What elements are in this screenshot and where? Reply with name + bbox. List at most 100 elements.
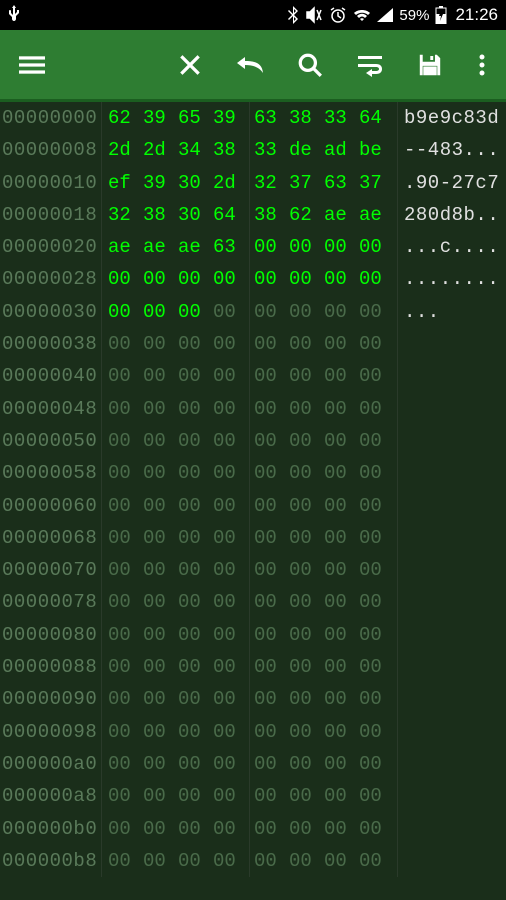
byte-cell[interactable]: 00: [359, 748, 394, 780]
byte-cell[interactable]: 00: [178, 263, 213, 295]
byte-cell[interactable]: 00: [143, 554, 178, 586]
byte-cell[interactable]: 00: [143, 845, 178, 877]
byte-cell[interactable]: 00: [108, 263, 143, 295]
more-button[interactable]: [474, 49, 490, 81]
byte-cell[interactable]: 00: [324, 296, 359, 328]
byte-cell[interactable]: 00: [359, 586, 394, 618]
byte-cell[interactable]: 00: [178, 845, 213, 877]
ascii-cell[interactable]: .90-27c7: [398, 167, 506, 199]
byte-cell[interactable]: 00: [143, 748, 178, 780]
byte-cell[interactable]: 00: [254, 522, 289, 554]
byte-cell[interactable]: 63: [254, 102, 289, 134]
hex-row[interactable]: 000000780000000000000000: [0, 586, 506, 618]
hex-row[interactable]: 00000020aeaeae6300000000...c....: [0, 231, 506, 263]
byte-cell[interactable]: 00: [289, 360, 324, 392]
byte-cell[interactable]: 00: [324, 586, 359, 618]
ascii-cell[interactable]: 280d8b..: [398, 199, 506, 231]
byte-cell[interactable]: 00: [359, 554, 394, 586]
byte-cell[interactable]: 00: [178, 651, 213, 683]
byte-cell[interactable]: 00: [108, 490, 143, 522]
byte-cell[interactable]: 00: [254, 813, 289, 845]
byte-cell[interactable]: 00: [289, 328, 324, 360]
byte-cell[interactable]: 00: [108, 845, 143, 877]
byte-cell[interactable]: 00: [143, 683, 178, 715]
byte-cell[interactable]: 2d: [213, 167, 248, 199]
byte-cell[interactable]: 00: [254, 328, 289, 360]
byte-cell[interactable]: 00: [213, 263, 248, 295]
menu-button[interactable]: [16, 49, 48, 81]
byte-cell[interactable]: 00: [143, 263, 178, 295]
byte-cell[interactable]: 00: [143, 328, 178, 360]
byte-cell[interactable]: 33: [324, 102, 359, 134]
byte-cell[interactable]: be: [359, 134, 394, 166]
byte-cell[interactable]: 00: [254, 490, 289, 522]
byte-cell[interactable]: 00: [359, 263, 394, 295]
byte-cell[interactable]: 00: [213, 683, 248, 715]
byte-cell[interactable]: 00: [324, 619, 359, 651]
byte-cell[interactable]: 00: [289, 522, 324, 554]
byte-cell[interactable]: 00: [359, 813, 394, 845]
byte-cell[interactable]: 38: [213, 134, 248, 166]
hex-row[interactable]: 000000b00000000000000000: [0, 813, 506, 845]
byte-cell[interactable]: ae: [324, 199, 359, 231]
byte-cell[interactable]: 00: [143, 360, 178, 392]
goto-button[interactable]: [354, 49, 386, 81]
byte-cell[interactable]: 00: [108, 586, 143, 618]
byte-cell[interactable]: 00: [108, 425, 143, 457]
byte-cell[interactable]: 64: [359, 102, 394, 134]
byte-cell[interactable]: 00: [254, 393, 289, 425]
byte-cell[interactable]: 00: [254, 554, 289, 586]
byte-cell[interactable]: 00: [178, 748, 213, 780]
byte-cell[interactable]: 00: [324, 845, 359, 877]
byte-cell[interactable]: 00: [359, 296, 394, 328]
byte-cell[interactable]: 00: [178, 619, 213, 651]
byte-cell[interactable]: 00: [108, 393, 143, 425]
byte-cell[interactable]: 00: [289, 393, 324, 425]
byte-cell[interactable]: 38: [143, 199, 178, 231]
byte-cell[interactable]: 00: [143, 780, 178, 812]
byte-cell[interactable]: 00: [289, 554, 324, 586]
byte-cell[interactable]: 00: [108, 619, 143, 651]
byte-cell[interactable]: 00: [254, 263, 289, 295]
ascii-cell[interactable]: ........: [398, 263, 506, 295]
byte-cell[interactable]: 00: [359, 716, 394, 748]
undo-button[interactable]: [234, 49, 266, 81]
hex-row[interactable]: 000000500000000000000000: [0, 425, 506, 457]
byte-cell[interactable]: 00: [324, 651, 359, 683]
byte-cell[interactable]: 2d: [143, 134, 178, 166]
ascii-cell[interactable]: b9e9c83d: [398, 102, 506, 134]
hex-row[interactable]: 000000b80000000000000000: [0, 845, 506, 877]
byte-cell[interactable]: 00: [324, 780, 359, 812]
hex-row[interactable]: 000000800000000000000000: [0, 619, 506, 651]
byte-cell[interactable]: 00: [108, 716, 143, 748]
byte-cell[interactable]: 00: [324, 813, 359, 845]
byte-cell[interactable]: ae: [143, 231, 178, 263]
byte-cell[interactable]: 00: [324, 522, 359, 554]
byte-cell[interactable]: 00: [289, 586, 324, 618]
byte-cell[interactable]: 00: [359, 619, 394, 651]
byte-cell[interactable]: 00: [359, 393, 394, 425]
byte-cell[interactable]: 00: [359, 780, 394, 812]
byte-cell[interactable]: 37: [289, 167, 324, 199]
byte-cell[interactable]: 00: [289, 231, 324, 263]
search-button[interactable]: [294, 49, 326, 81]
byte-cell[interactable]: 34: [178, 134, 213, 166]
byte-cell[interactable]: 00: [324, 231, 359, 263]
byte-cell[interactable]: 00: [254, 360, 289, 392]
byte-cell[interactable]: de: [289, 134, 324, 166]
byte-cell[interactable]: 00: [213, 845, 248, 877]
hex-row[interactable]: 000000900000000000000000: [0, 683, 506, 715]
ascii-cell[interactable]: ...c....: [398, 231, 506, 263]
byte-cell[interactable]: 00: [143, 457, 178, 489]
byte-cell[interactable]: 00: [359, 522, 394, 554]
hex-row[interactable]: 000000680000000000000000: [0, 522, 506, 554]
byte-cell[interactable]: 00: [108, 651, 143, 683]
byte-cell[interactable]: 00: [289, 813, 324, 845]
byte-cell[interactable]: 00: [289, 296, 324, 328]
byte-cell[interactable]: 00: [289, 780, 324, 812]
byte-cell[interactable]: 00: [143, 586, 178, 618]
byte-cell[interactable]: 00: [178, 360, 213, 392]
byte-cell[interactable]: 63: [213, 231, 248, 263]
byte-cell[interactable]: 00: [359, 328, 394, 360]
byte-cell[interactable]: 30: [178, 199, 213, 231]
